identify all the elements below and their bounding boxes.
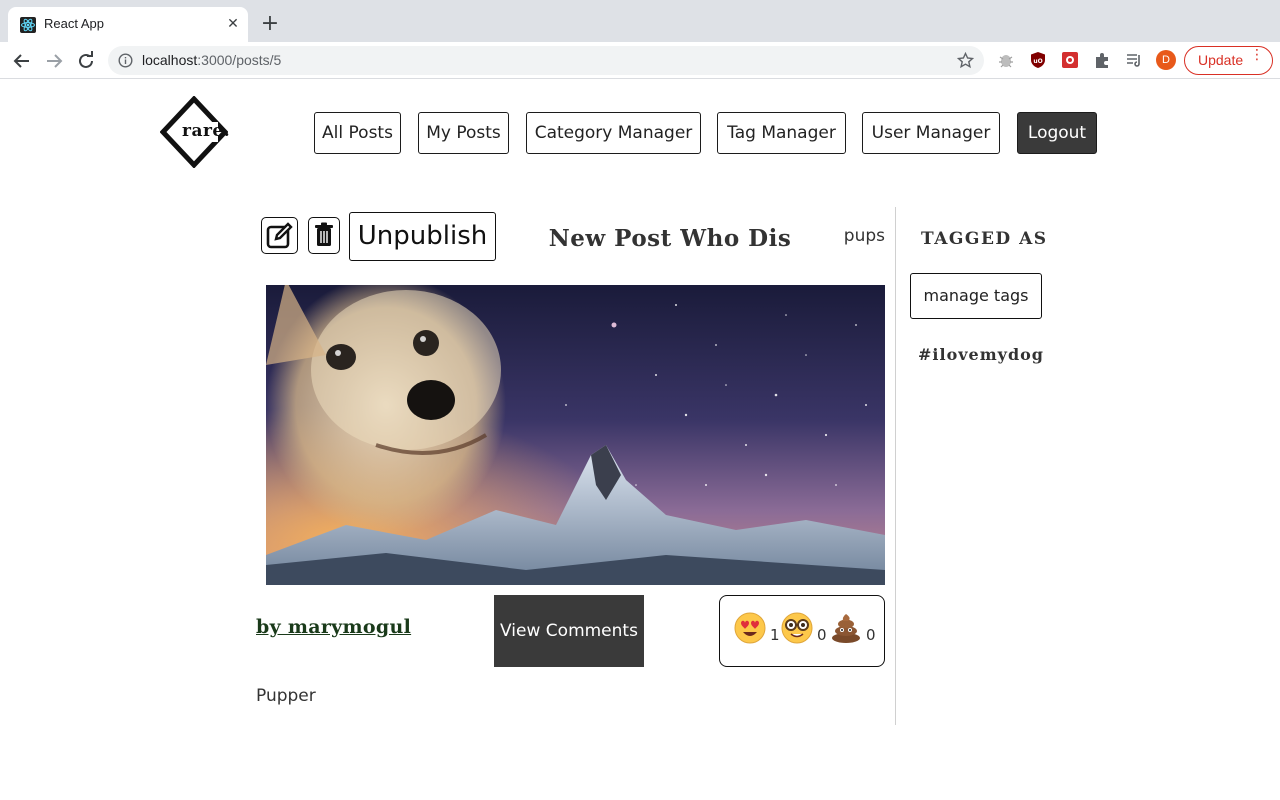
bookmark-star-icon[interactable] — [957, 52, 974, 69]
tab-title: React App — [44, 16, 104, 31]
browser-tab-strip: React App ✕ + — [0, 0, 1280, 42]
ublock-shield-icon[interactable]: uO — [1029, 51, 1047, 69]
tagged-as-heading: TAGGED AS — [921, 229, 1048, 249]
update-button[interactable]: Update ⋮ — [1184, 46, 1273, 75]
heart-eyes-emoji-icon — [734, 612, 766, 644]
post-category: pups — [843, 226, 885, 246]
new-tab-button[interactable]: + — [258, 12, 282, 36]
browser-toolbar: localhost:3000/posts/5 uO D Update ⋮ — [0, 42, 1280, 79]
site-info-icon[interactable] — [118, 53, 133, 68]
reaction-count: 0 — [866, 626, 876, 644]
nav-user-manager[interactable]: User Manager — [862, 112, 1000, 154]
bug-extension-icon[interactable] — [997, 51, 1015, 69]
react-favicon-icon — [20, 17, 36, 33]
edit-post-button[interactable] — [261, 217, 298, 254]
nav-my-posts[interactable]: My Posts — [418, 112, 509, 154]
delete-post-button[interactable] — [308, 217, 340, 254]
tab-close-icon[interactable]: ✕ — [224, 15, 242, 33]
nerd-face-emoji-icon — [781, 612, 813, 644]
unpublish-button[interactable]: Unpublish — [349, 212, 496, 261]
post-content: Pupper — [256, 686, 316, 706]
media-queue-icon[interactable] — [1125, 51, 1143, 69]
back-arrow-icon[interactable] — [9, 48, 35, 74]
address-bar[interactable]: localhost:3000/posts/5 — [108, 46, 984, 75]
manage-tags-button[interactable]: manage tags — [910, 273, 1042, 319]
logout-button[interactable]: Logout — [1017, 112, 1097, 154]
forward-arrow-icon[interactable] — [41, 48, 67, 74]
poop-emoji-icon — [832, 614, 860, 643]
app-page: rare. All Posts My Posts Category Manage… — [0, 79, 1280, 800]
nav-all-posts[interactable]: All Posts — [314, 112, 401, 154]
update-label: Update — [1198, 52, 1244, 68]
nav-category-manager[interactable]: Category Manager — [526, 112, 701, 154]
reload-icon[interactable] — [73, 48, 99, 74]
menu-dots-icon[interactable]: ⋮ — [1250, 47, 1264, 63]
url-text[interactable]: localhost:3000/posts/5 — [142, 52, 281, 68]
trash-icon — [315, 222, 333, 246]
profile-avatar[interactable]: D — [1156, 50, 1176, 70]
reaction-count: 1 — [770, 626, 780, 644]
sidebar-divider — [895, 207, 896, 725]
reactions-panel: 1 0 0 — [719, 595, 885, 667]
nav-tag-manager[interactable]: Tag Manager — [717, 112, 846, 154]
view-comments-button[interactable]: View Comments — [494, 595, 644, 667]
post-header-image — [266, 285, 885, 585]
svg-text:uO: uO — [1033, 58, 1042, 65]
edit-icon — [266, 222, 293, 249]
puzzle-extensions-icon[interactable] — [1093, 51, 1111, 69]
reaction-count: 0 — [817, 626, 827, 644]
logo-text[interactable]: rare. — [182, 121, 230, 141]
red-extension-icon[interactable] — [1061, 51, 1079, 69]
post-title: New Post Who Dis — [548, 225, 792, 252]
post-author-link[interactable]: by marymogul — [256, 616, 411, 638]
tag-item[interactable]: #ilovemydog — [918, 345, 1044, 364]
browser-tab[interactable]: React App ✕ — [8, 7, 248, 42]
